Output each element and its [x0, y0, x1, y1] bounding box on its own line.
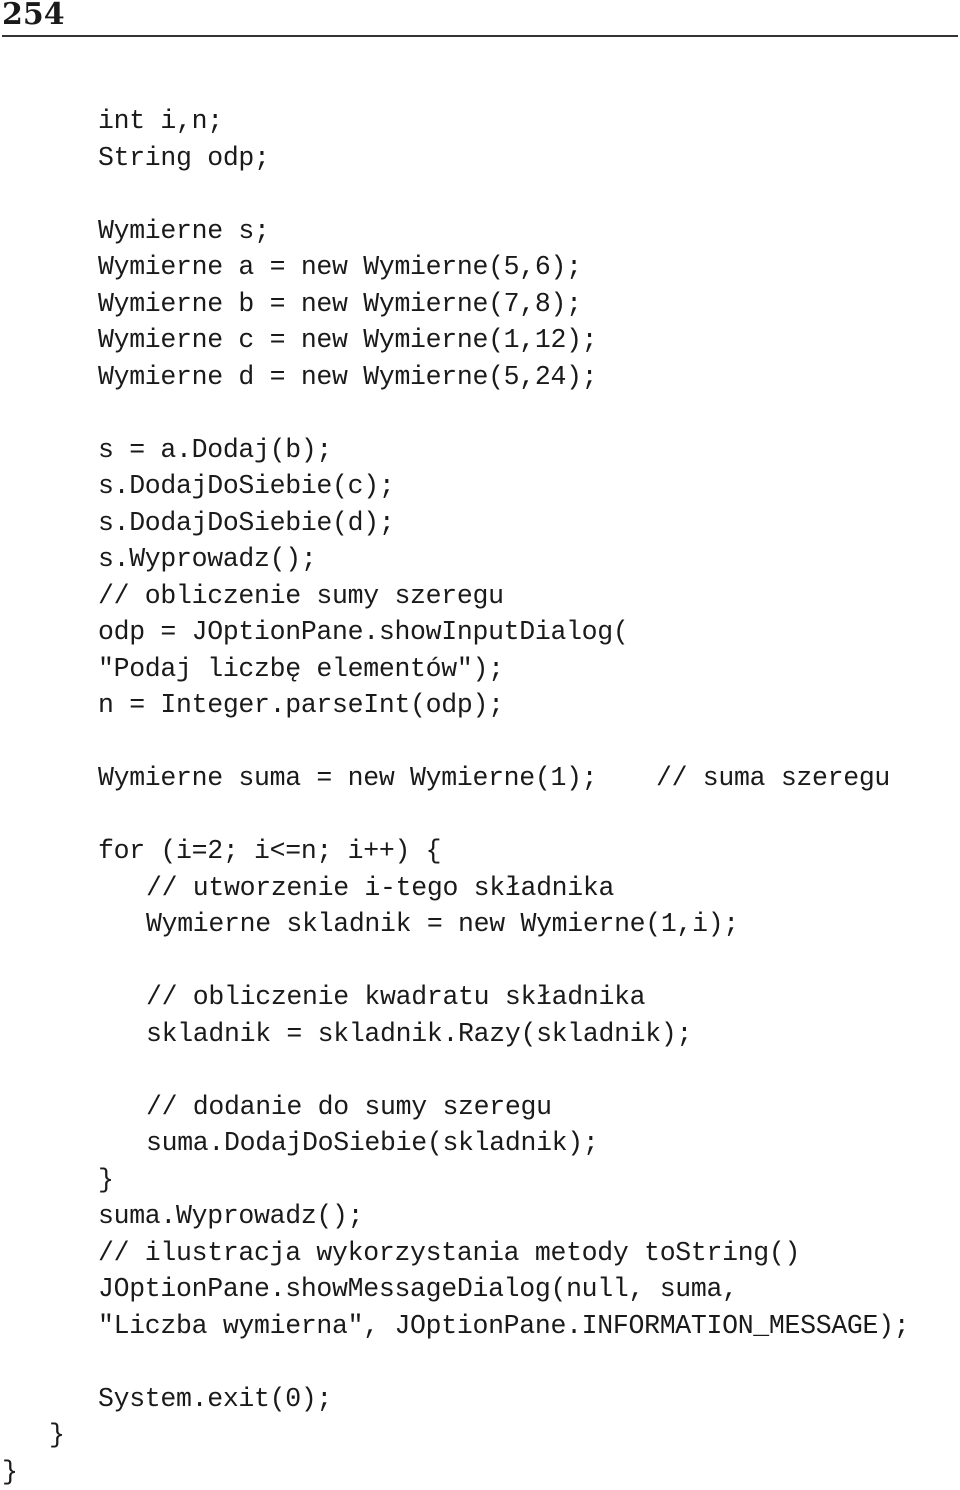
- code-line: Wymierne s;: [0, 213, 960, 250]
- code-line: System.exit(0);: [0, 1381, 960, 1418]
- inline-comment: // suma szeregu: [656, 760, 890, 797]
- code-line: "Podaj liczbę elementów");: [0, 651, 960, 688]
- code-text: Wymierne skladnik = new Wymierne(1,i);: [146, 909, 739, 939]
- code-line: Wymierne a = new Wymierne(5,6);: [0, 249, 960, 286]
- code-text: Wymierne a = new Wymierne(5,6);: [98, 252, 582, 282]
- code-line: suma.Wyprowadz();: [0, 1198, 960, 1235]
- code-text: // ilustracja wykorzystania metody toStr…: [98, 1238, 800, 1268]
- code-text: // obliczenie kwadratu składnika: [146, 982, 645, 1012]
- code-line: Wymierne c = new Wymierne(1,12);: [0, 322, 960, 359]
- code-text: Wymierne d = new Wymierne(5,24);: [98, 362, 597, 392]
- code-text: // dodanie do sumy szeregu: [146, 1092, 552, 1122]
- code-line: // ilustracja wykorzystania metody toStr…: [0, 1235, 960, 1272]
- code-text: Wymierne s;: [98, 216, 270, 246]
- code-text: odp = JOptionPane.showInputDialog(: [98, 617, 629, 647]
- code-line: // dodanie do sumy szeregu: [0, 1089, 960, 1126]
- code-line: Wymierne suma = new Wymierne(1); // suma …: [0, 760, 960, 797]
- blank-line: [0, 176, 960, 213]
- code-line: s.DodajDoSiebie(c);: [0, 468, 960, 505]
- code-text: "Liczba wymierna", JOptionPane.INFORMATI…: [98, 1311, 909, 1341]
- code-text: }: [49, 1420, 65, 1450]
- code-text: for (i=2; i<=n; i++) {: [98, 836, 441, 866]
- code-text: skladnik = skladnik.Razy(skladnik);: [146, 1019, 692, 1049]
- code-line: s.DodajDoSiebie(d);: [0, 505, 960, 542]
- code-text: String odp;: [98, 143, 270, 173]
- code-text: s = a.Dodaj(b);: [98, 435, 332, 465]
- code-text: int i,n;: [98, 106, 223, 136]
- code-line: // obliczenie kwadratu składnika: [0, 979, 960, 1016]
- code-text: Wymierne c = new Wymierne(1,12);: [98, 325, 597, 355]
- code-line: // obliczenie sumy szeregu: [0, 578, 960, 615]
- code-line: s = a.Dodaj(b);: [0, 432, 960, 469]
- code-text: s.DodajDoSiebie(c);: [98, 471, 394, 501]
- code-line: String odp;: [0, 140, 960, 177]
- code-line: odp = JOptionPane.showInputDialog(: [0, 614, 960, 651]
- code-line: Wymierne b = new Wymierne(7,8);: [0, 286, 960, 323]
- blank-line: [0, 797, 960, 834]
- code-text: s.Wyprowadz();: [98, 544, 316, 574]
- code-line: "Liczba wymierna", JOptionPane.INFORMATI…: [0, 1308, 960, 1345]
- code-line: JOptionPane.showMessageDialog(null, suma…: [0, 1271, 960, 1308]
- code-line: for (i=2; i<=n; i++) {: [0, 833, 960, 870]
- code-text: "Podaj liczbę elementów");: [98, 654, 504, 684]
- code-text: suma.Wyprowadz();: [98, 1201, 363, 1231]
- blank-line: [0, 1052, 960, 1089]
- blank-line: [0, 395, 960, 432]
- code-text: }: [98, 1165, 114, 1195]
- code-line: Wymierne d = new Wymierne(5,24);: [0, 359, 960, 396]
- blank-line: [0, 1344, 960, 1381]
- code-line: }: [0, 1162, 960, 1199]
- code-line: skladnik = skladnik.Razy(skladnik);: [0, 1016, 960, 1053]
- code-text: // obliczenie sumy szeregu: [98, 581, 504, 611]
- page-number: 254: [2, 0, 65, 33]
- code-line: }: [0, 1417, 960, 1454]
- blank-line: [0, 724, 960, 761]
- code-text: Wymierne suma = new Wymierne(1);: [98, 763, 597, 793]
- code-line: n = Integer.parseInt(odp);: [0, 687, 960, 724]
- code-text: n = Integer.parseInt(odp);: [98, 690, 504, 720]
- code-text: System.exit(0);: [98, 1384, 332, 1414]
- code-line: suma.DodajDoSiebie(skladnik);: [0, 1125, 960, 1162]
- code-text: Wymierne b = new Wymierne(7,8);: [98, 289, 582, 319]
- code-line: }: [0, 1454, 960, 1490]
- code-line: // utworzenie i-tego składnika: [0, 870, 960, 907]
- code-line: Wymierne skladnik = new Wymierne(1,i);: [0, 906, 960, 943]
- code-line: int i,n;: [0, 103, 960, 140]
- code-listing: int i,n; String odp; Wymierne s; Wymierne a…: [0, 103, 960, 1490]
- blank-line: [0, 943, 960, 980]
- page-header: 254: [0, 0, 960, 36]
- code-text: suma.DodajDoSiebie(skladnik);: [146, 1128, 598, 1158]
- code-line: s.Wyprowadz();: [0, 541, 960, 578]
- code-text: JOptionPane.showMessageDialog(null, suma…: [98, 1274, 738, 1304]
- code-text: // utworzenie i-tego składnika: [146, 873, 614, 903]
- code-text: }: [2, 1457, 18, 1487]
- code-text: s.DodajDoSiebie(d);: [98, 508, 394, 538]
- header-rule: [2, 35, 958, 37]
